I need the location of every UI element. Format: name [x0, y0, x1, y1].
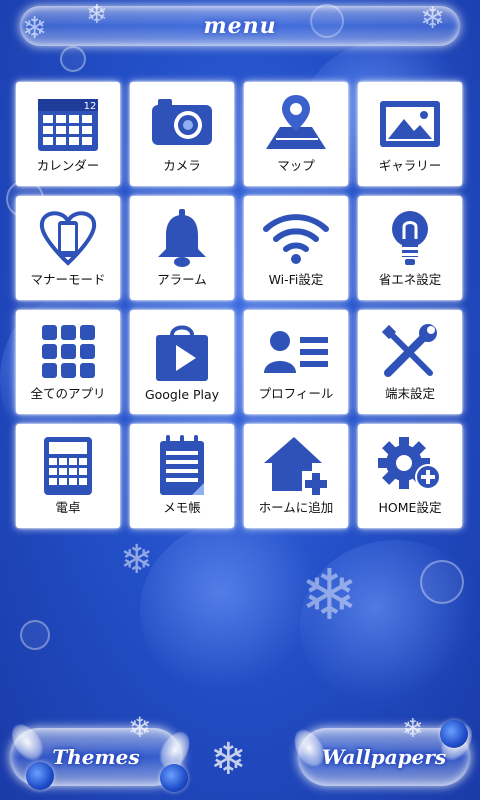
- tile-label: メモ帳: [163, 500, 201, 515]
- snowflake-decoration: ❄: [210, 734, 247, 785]
- tile-label: マナーモード: [30, 272, 106, 287]
- tile-all-apps[interactable]: 全てのアプリ: [16, 310, 120, 414]
- play-store-icon: [146, 320, 218, 384]
- tile-label: ギャラリー: [378, 158, 442, 173]
- tile-home-settings[interactable]: HOME設定: [358, 424, 462, 528]
- tile-label: 電卓: [55, 500, 81, 515]
- tile-notepad[interactable]: メモ帳: [130, 424, 234, 528]
- tile-calendar[interactable]: 12 カレンダー: [16, 82, 120, 186]
- manner-mode-icon: [32, 206, 104, 270]
- tile-google-play[interactable]: Google Play: [130, 310, 234, 414]
- tile-label: 端末設定: [384, 386, 435, 401]
- tile-gallery[interactable]: ギャラリー: [358, 82, 462, 186]
- tile-eco-settings[interactable]: 省エネ設定: [358, 196, 462, 300]
- lightbulb-icon: [374, 206, 446, 270]
- tile-label: Wi-Fi設定: [268, 272, 324, 287]
- home-add-icon: [260, 434, 332, 498]
- calendar-badge: 12: [84, 101, 97, 112]
- camera-icon: [146, 92, 218, 156]
- wifi-icon: [260, 206, 332, 270]
- gallery-icon: [374, 92, 446, 156]
- calendar-icon: 12: [32, 92, 104, 156]
- tile-label: アラーム: [157, 272, 207, 287]
- rose-decoration: [440, 720, 468, 748]
- rose-decoration: [26, 762, 54, 790]
- map-pin-icon: [260, 92, 332, 156]
- tile-profile[interactable]: プロフィール: [244, 310, 348, 414]
- bell-icon: [146, 206, 218, 270]
- tile-label: ホームに追加: [258, 500, 334, 515]
- tile-label: 全てのアプリ: [30, 386, 106, 401]
- tile-wifi-settings[interactable]: Wi-Fi設定: [244, 196, 348, 300]
- background-bubble: [20, 620, 50, 650]
- tile-label: カレンダー: [36, 158, 100, 173]
- snowflake-decoration: ❄: [120, 537, 154, 583]
- notepad-icon: [146, 434, 218, 498]
- app-grid-icon: [32, 320, 104, 384]
- tile-manner-mode[interactable]: マナーモード: [16, 196, 120, 300]
- themes-button-label: Themes: [52, 745, 140, 769]
- calculator-icon: [32, 434, 104, 498]
- tile-label: マップ: [277, 158, 315, 173]
- snowflake-decoration: ❄: [300, 554, 359, 636]
- menu-header-bar: menu: [20, 6, 460, 46]
- tools-icon: [374, 320, 446, 384]
- background-rose: [140, 520, 340, 700]
- app-shortcut-grid: 12 カレンダー カメラ マップ ギャラリー マナーモード アラーム Wi-Fi…: [16, 82, 466, 528]
- tile-label: 省エネ設定: [378, 272, 442, 287]
- menu-title: menu: [203, 13, 277, 39]
- tile-alarm[interactable]: アラーム: [130, 196, 234, 300]
- tile-label: カメラ: [163, 158, 201, 173]
- tile-add-to-home[interactable]: ホームに追加: [244, 424, 348, 528]
- tile-label: HOME設定: [378, 500, 442, 515]
- tile-label: Google Play: [144, 387, 220, 402]
- tile-camera[interactable]: カメラ: [130, 82, 234, 186]
- profile-card-icon: [260, 320, 332, 384]
- gear-add-icon: [374, 434, 446, 498]
- tile-label: プロフィール: [258, 386, 334, 401]
- tile-device-settings[interactable]: 端末設定: [358, 310, 462, 414]
- tile-map[interactable]: マップ: [244, 82, 348, 186]
- rose-decoration: [160, 764, 188, 792]
- wallpapers-button-label: Wallpapers: [321, 745, 447, 769]
- background-rose: [300, 540, 480, 710]
- background-bubble: [60, 46, 86, 72]
- tile-calculator[interactable]: 電卓: [16, 424, 120, 528]
- background-bubble: [420, 560, 464, 604]
